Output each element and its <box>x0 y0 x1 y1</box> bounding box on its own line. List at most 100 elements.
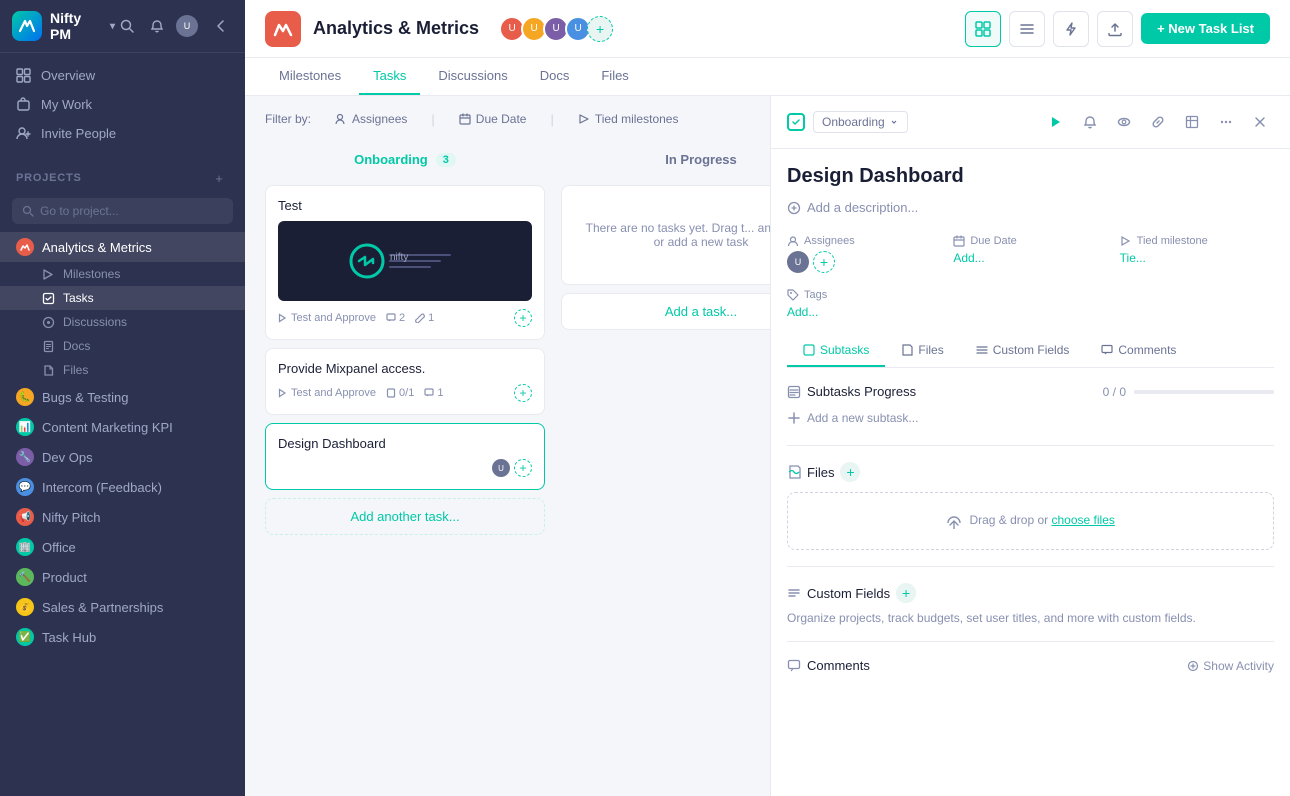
sidebar-item-invite-label: Invite People <box>41 126 116 141</box>
show-activity-text: Show Activity <box>1203 659 1274 673</box>
topbar-users: U U U U + <box>499 16 613 42</box>
comments-section: Comments Show Activity <box>787 641 1274 673</box>
add-task-inprogress-btn[interactable]: Add a task... <box>561 293 770 330</box>
task-mixpanel-meta-label: Test and Approve <box>291 387 376 399</box>
app-logo[interactable]: Nifty PM ▾ <box>12 10 115 42</box>
table-btn[interactable] <box>1178 108 1206 136</box>
task-design-add-person[interactable]: + <box>514 459 532 477</box>
breadcrumb-text: Onboarding <box>822 115 885 129</box>
tab-docs[interactable]: Docs <box>526 58 584 95</box>
add-assignee-btn[interactable]: + <box>813 251 835 273</box>
project-label-pitch: Nifty Pitch <box>42 510 101 525</box>
list-view-btn[interactable] <box>1009 11 1045 47</box>
task-card-design-dashboard[interactable]: Design Dashboard U + <box>265 423 545 490</box>
new-task-list-btn[interactable]: + New Task List <box>1141 13 1270 44</box>
subnav-discussions[interactable]: Discussions <box>0 310 245 334</box>
search-icon[interactable] <box>115 14 139 38</box>
subnav-tasks[interactable]: Tasks <box>0 286 245 310</box>
topbar-actions: + New Task List <box>965 11 1270 47</box>
due-date-label-text: Due Date <box>970 235 1016 247</box>
filter-milestones-label: Tied milestones <box>595 112 679 126</box>
detail-tab-comments[interactable]: Comments <box>1085 335 1192 367</box>
add-subtask-btn[interactable]: Add a new subtask... <box>787 407 1274 429</box>
task-test-add-person[interactable]: + <box>514 309 532 327</box>
project-search[interactable]: Go to project... <box>12 198 233 224</box>
add-tag-btn[interactable]: Add... <box>787 305 1274 319</box>
analytics-subnav: Milestones Tasks Discussions Docs Files <box>0 262 245 382</box>
tied-milestone-value[interactable]: Tie... <box>1120 251 1274 265</box>
project-item-pitch[interactable]: 📢 Nifty Pitch <box>0 502 245 532</box>
subnav-milestones[interactable]: Milestones <box>0 262 245 286</box>
task-card-mixpanel[interactable]: Provide Mixpanel access. Test and Approv… <box>265 348 545 415</box>
detail-tab-subtasks[interactable]: Subtasks <box>787 335 885 367</box>
notification-btn[interactable] <box>1076 108 1104 136</box>
comments-title-text: Comments <box>807 658 870 673</box>
custom-fields-title-text: Custom Fields <box>787 586 890 601</box>
subnav-discussions-label: Discussions <box>63 315 127 329</box>
task-mixpanel-add-person[interactable]: + <box>514 384 532 402</box>
project-item-sales[interactable]: 💰 Sales & Partnerships <box>0 592 245 622</box>
tab-milestones[interactable]: Milestones <box>265 58 355 95</box>
project-item-analytics[interactable]: Analytics & Metrics <box>0 232 245 262</box>
filter-milestones[interactable]: Tied milestones <box>570 108 687 130</box>
task-card-test[interactable]: Test nifty <box>265 185 545 340</box>
projects-section-header: PROJECTS + <box>0 156 245 194</box>
task-test-label: Test and Approve <box>278 312 376 324</box>
files-add-btn[interactable]: + <box>840 462 860 482</box>
filter-assignees[interactable]: Assignees <box>327 108 415 130</box>
sidebar: Nifty PM ▾ U Overview My Work <box>0 0 245 796</box>
column-onboarding-count: 3 <box>436 153 456 167</box>
filter-due-date[interactable]: Due Date <box>451 108 535 130</box>
file-drop-zone[interactable]: Drag & drop or choose files <box>787 492 1274 550</box>
custom-fields-add-btn[interactable]: + <box>896 583 916 603</box>
add-another-task-btn[interactable]: Add another task... <box>265 498 545 535</box>
link-btn[interactable] <box>1144 108 1172 136</box>
project-search-placeholder: Go to project... <box>40 204 119 218</box>
project-item-content[interactable]: 📊 Content Marketing KPI <box>0 412 245 442</box>
subtasks-progress-bar <box>1134 390 1274 394</box>
detail-tab-files[interactable]: Files <box>885 335 959 367</box>
add-description-btn[interactable]: Add a description... <box>787 196 1274 219</box>
grid-view-btn[interactable] <box>965 11 1001 47</box>
comments-title: Comments <box>787 658 870 673</box>
subnav-docs[interactable]: Docs <box>0 334 245 358</box>
subtasks-header: Subtasks Progress 0 / 0 <box>787 384 1274 399</box>
upload-btn[interactable] <box>1097 11 1133 47</box>
more-btn[interactable] <box>1212 108 1240 136</box>
project-dot-sales: 💰 <box>16 598 34 616</box>
sidebar-item-overview[interactable]: Overview <box>0 61 245 90</box>
project-item-product[interactable]: 🔨 Product <box>0 562 245 592</box>
tab-tasks[interactable]: Tasks <box>359 58 420 95</box>
close-btn[interactable] <box>1246 108 1274 136</box>
project-dot-office: 🏢 <box>16 538 34 556</box>
choose-files-link[interactable]: choose files <box>1052 513 1115 527</box>
project-item-intercom[interactable]: 💬 Intercom (Feedback) <box>0 472 245 502</box>
show-activity-btn[interactable]: Show Activity <box>1187 659 1274 673</box>
tab-files[interactable]: Files <box>587 58 642 95</box>
subtasks-progress: 0 / 0 <box>1103 385 1274 399</box>
project-item-devops[interactable]: 🔧 Dev Ops <box>0 442 245 472</box>
due-date-value[interactable]: Add... <box>953 251 1107 265</box>
avatar-icon[interactable]: U <box>175 14 199 38</box>
sidebar-item-mywork[interactable]: My Work <box>0 90 245 119</box>
subnav-files[interactable]: Files <box>0 358 245 382</box>
eye-btn[interactable] <box>1110 108 1138 136</box>
add-user-topbar-btn[interactable]: + <box>587 16 613 42</box>
project-item-bugs[interactable]: 🐛 Bugs & Testing <box>0 382 245 412</box>
project-item-office[interactable]: 🏢 Office <box>0 532 245 562</box>
task-breadcrumb[interactable]: Onboarding <box>813 111 908 133</box>
task-test-meta-label: Test and Approve <box>291 312 376 324</box>
play-btn[interactable] <box>1042 108 1070 136</box>
add-project-btn[interactable]: + <box>209 168 229 188</box>
bell-icon[interactable] <box>145 14 169 38</box>
sidebar-item-invite[interactable]: Invite People <box>0 119 245 148</box>
sidebar-collapse-btn[interactable] <box>209 14 233 38</box>
project-item-taskhub[interactable]: ✅ Task Hub <box>0 622 245 652</box>
tab-discussions[interactable]: Discussions <box>424 58 521 95</box>
task-card-mixpanel-title: Provide Mixpanel access. <box>278 361 532 376</box>
empty-column-inprogress: There are no tasks yet. Drag t... anothe… <box>561 185 770 285</box>
detail-tab-custom-fields[interactable]: Custom Fields <box>960 335 1086 367</box>
task-complete-checkbox[interactable] <box>787 113 805 131</box>
files-title: Files <box>787 465 834 480</box>
lightning-btn[interactable] <box>1053 11 1089 47</box>
